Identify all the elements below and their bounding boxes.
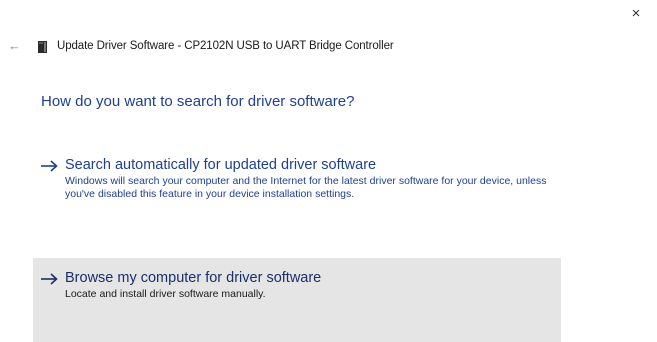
close-button[interactable]: × xyxy=(625,4,647,24)
back-arrow-icon[interactable]: ← xyxy=(8,38,24,54)
update-driver-dialog: × ← Update Driver Software - CP2102N USB… xyxy=(0,0,657,342)
arrow-right-icon xyxy=(41,272,58,285)
option-title: Browse my computer for driver software xyxy=(65,270,322,286)
option-description: Windows will search your computer and th… xyxy=(65,175,547,200)
search-automatically-option[interactable]: Search automatically for updated driver … xyxy=(33,153,561,237)
page-heading: How do you want to search for driver sof… xyxy=(41,93,355,110)
device-icon xyxy=(38,40,47,53)
browse-computer-option[interactable]: Browse my computer for driver software L… xyxy=(33,258,561,342)
option-description: Locate and install driver software manua… xyxy=(65,288,266,300)
title-bar: ← Update Driver Software - CP2102N USB t… xyxy=(8,38,394,54)
window-title: Update Driver Software - CP2102N USB to … xyxy=(57,40,394,52)
option-title: Search automatically for updated driver … xyxy=(65,157,377,173)
arrow-right-icon xyxy=(41,159,58,172)
